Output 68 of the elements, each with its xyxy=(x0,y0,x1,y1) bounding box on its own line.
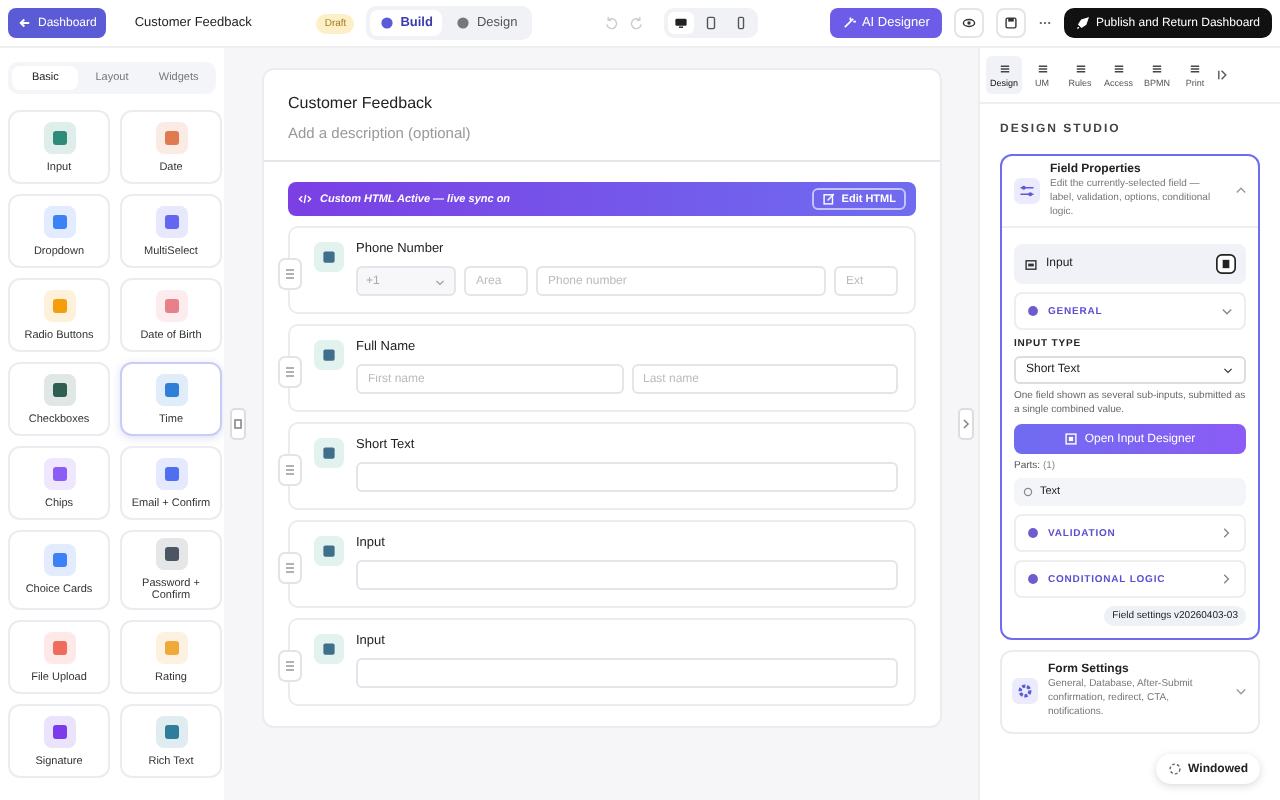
chevron-down-icon xyxy=(434,275,446,287)
chevron-right-icon xyxy=(1220,526,1234,541)
redo-icon[interactable] xyxy=(629,16,644,30)
eye-icon xyxy=(961,16,976,30)
collapse-handle-icon[interactable] xyxy=(229,408,245,440)
chevron-down-icon xyxy=(1222,364,1234,377)
field-type-icon xyxy=(155,289,187,321)
drag-handle-icon[interactable] xyxy=(278,552,302,584)
drag-handle-icon[interactable] xyxy=(278,650,302,682)
gear-icon xyxy=(1012,678,1038,705)
ring-icon xyxy=(1022,486,1034,499)
field-type-icon xyxy=(43,289,75,321)
field-icon xyxy=(314,634,344,664)
lines-icon xyxy=(1073,62,1088,76)
frame-icon xyxy=(1064,432,1079,447)
field-type-icon xyxy=(155,205,187,237)
circle-icon xyxy=(1026,526,1040,541)
chevron-down-icon xyxy=(1220,304,1234,319)
field-type-icon xyxy=(43,205,75,237)
circle-icon xyxy=(456,16,471,30)
field-icon xyxy=(314,340,344,370)
desktop-icon[interactable] xyxy=(667,12,694,34)
field-type-icon xyxy=(155,631,187,663)
field-type-icon xyxy=(43,631,75,663)
lines-icon xyxy=(1150,62,1165,76)
lines-icon xyxy=(997,62,1011,76)
preview-button[interactable] xyxy=(953,8,984,38)
circle-icon xyxy=(380,16,395,30)
field-type-icon xyxy=(43,715,75,747)
circle-icon xyxy=(1026,304,1040,319)
floppy-icon xyxy=(1003,16,1018,30)
sliders-icon xyxy=(1014,178,1040,205)
drag-handle-icon[interactable] xyxy=(278,356,302,388)
text-field[interactable] xyxy=(356,560,898,590)
chevron-down-icon[interactable] xyxy=(1234,684,1248,699)
field-icon xyxy=(314,242,344,272)
collapse-icon[interactable] xyxy=(1215,68,1230,82)
chevron-right-icon xyxy=(1220,572,1234,587)
field-type-icon xyxy=(155,715,187,747)
chevron-up-icon[interactable] xyxy=(1234,184,1248,199)
spinner-icon xyxy=(1168,762,1183,776)
field-type-icon xyxy=(43,121,75,153)
field-type-icon xyxy=(43,544,75,576)
drag-handle-icon[interactable] xyxy=(278,258,302,290)
save-button[interactable] xyxy=(995,8,1026,38)
field-icon xyxy=(314,438,344,468)
text-field[interactable] xyxy=(356,462,898,492)
form-heading: Customer Feedback xyxy=(288,94,435,112)
field-type-icon xyxy=(155,373,187,405)
lines-icon xyxy=(1188,62,1203,76)
delete-icon[interactable] xyxy=(1216,254,1236,275)
circle-icon xyxy=(1026,572,1040,587)
lines-icon xyxy=(1035,62,1050,76)
pencil-icon xyxy=(821,192,836,206)
field-icon xyxy=(1024,257,1038,272)
field-type-icon xyxy=(43,457,75,489)
field-type-icon xyxy=(155,457,187,489)
field-icon xyxy=(314,536,344,566)
field-type-icon xyxy=(155,121,187,153)
collapse-handle-icon[interactable] xyxy=(957,408,973,440)
field-type-icon xyxy=(155,538,187,570)
undo-icon[interactable] xyxy=(603,16,618,30)
field-type-icon xyxy=(43,373,75,405)
code-icon xyxy=(298,192,312,206)
back-arrow-icon xyxy=(18,16,32,30)
drag-handle-icon[interactable] xyxy=(278,454,302,486)
lines-icon xyxy=(1111,62,1126,76)
text-field[interactable] xyxy=(356,658,898,688)
